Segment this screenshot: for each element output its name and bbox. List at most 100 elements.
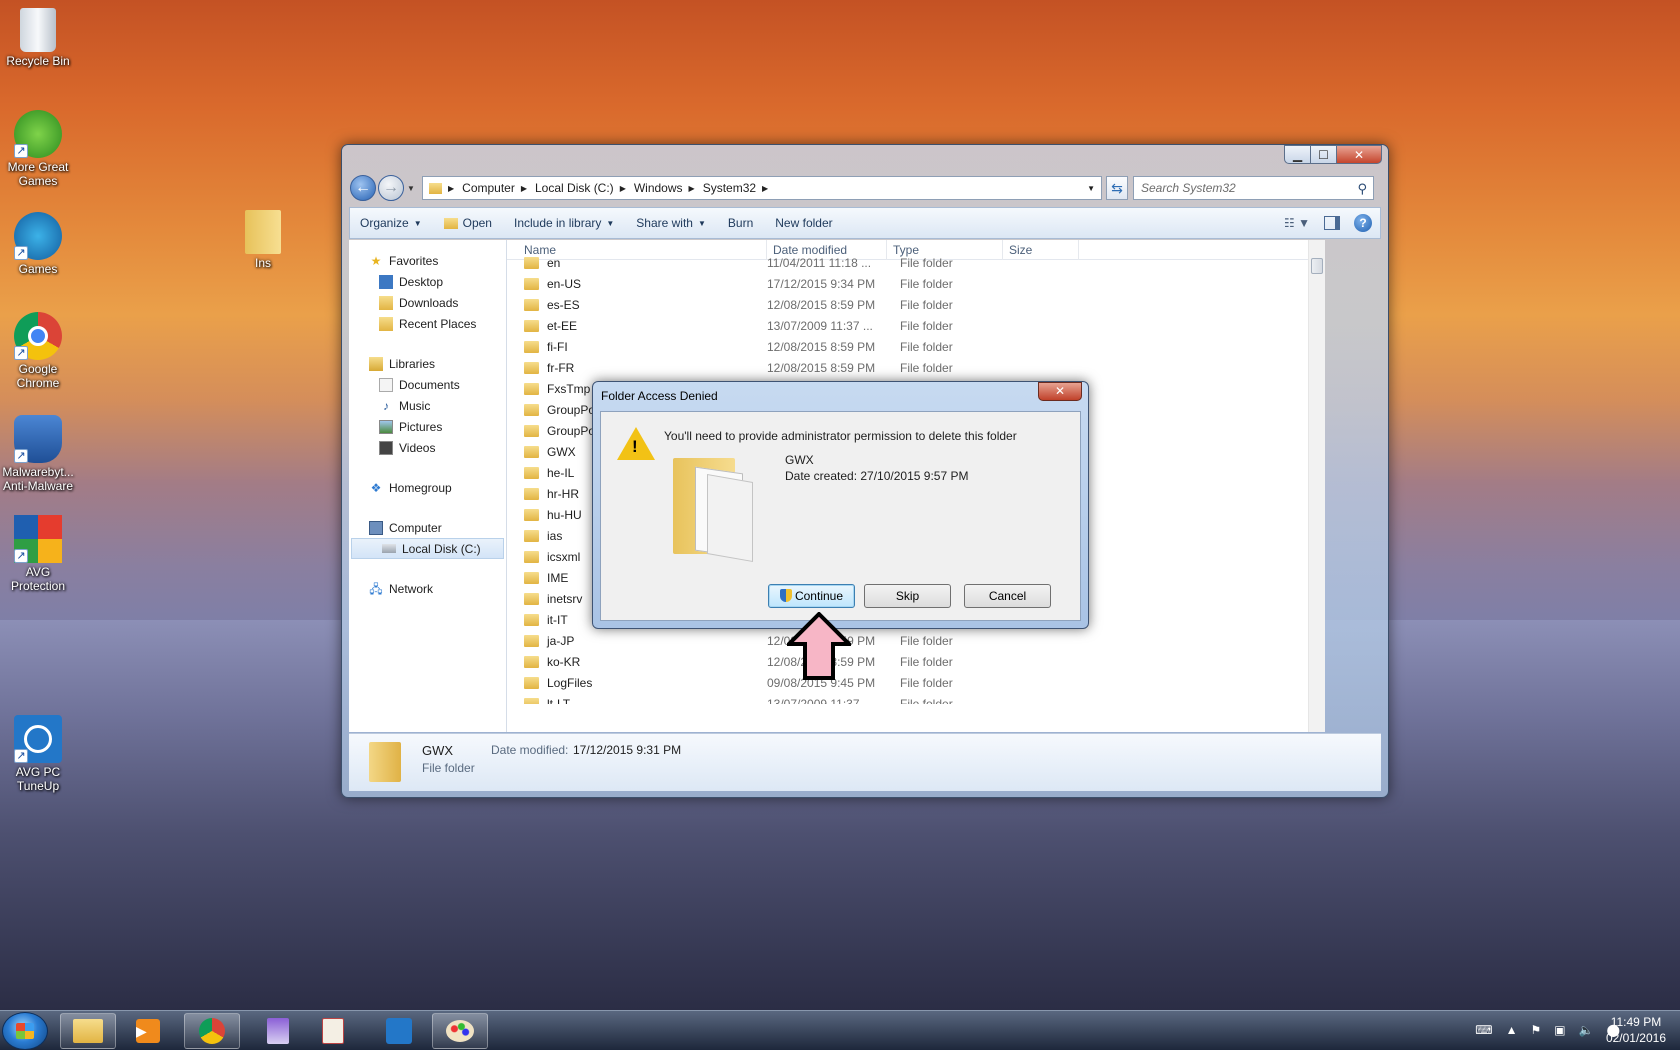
history-dropdown-icon[interactable]: ▼ — [407, 184, 415, 193]
chevron-down-icon: ▼ — [697, 218, 706, 228]
organize-button[interactable]: Organize ▼ — [360, 216, 422, 230]
taskbar-paint-button[interactable] — [432, 1013, 488, 1049]
breadcrumb-windows[interactable]: Windows — [634, 181, 683, 195]
search-icon[interactable]: ⚲ — [1357, 181, 1367, 197]
table-row[interactable]: lt-LT 13/07/2009 11:37 ... File folder — [507, 693, 1325, 704]
preview-pane-icon[interactable] — [1324, 216, 1340, 230]
skip-button[interactable]: Skip — [864, 584, 951, 608]
computer-icon — [369, 520, 383, 535]
nav-recent-places[interactable]: Recent Places — [349, 313, 506, 334]
more-great-games-desktop-icon[interactable]: ↗ More Great Games — [0, 110, 76, 188]
forward-button[interactable]: → — [378, 175, 404, 201]
google-chrome-desktop-icon[interactable]: ↗ Google Chrome — [0, 312, 76, 390]
folder-icon — [524, 256, 539, 269]
folder-icon — [524, 508, 539, 521]
refresh-button[interactable]: ⇆ — [1106, 176, 1128, 200]
open-button[interactable]: Open — [443, 216, 492, 230]
close-button[interactable]: ✕ — [1336, 145, 1382, 164]
dialog-close-button[interactable]: ✕ — [1038, 382, 1082, 401]
table-row[interactable]: et-EE 13/07/2009 11:37 ... File folder — [507, 315, 1325, 336]
taskbar-explorer-button[interactable] — [60, 1013, 116, 1049]
table-row[interactable]: ja-JP12/08/2015 8:59 PMFile folder — [507, 630, 1325, 651]
search-input[interactable]: Search System32 ⚲ — [1133, 176, 1374, 200]
file-name: en — [547, 255, 561, 270]
nav-computer[interactable]: Computer — [349, 517, 506, 538]
table-row[interactable]: LogFiles 09/08/2015 9:45 PM File folder — [507, 672, 1325, 693]
nav-music[interactable]: ♪ Music — [349, 395, 506, 416]
new-folder-button[interactable]: New folder — [775, 216, 832, 230]
recycle-bin-icon — [20, 8, 56, 52]
table-row[interactable]: ko-KR 12/08/2015 8:59 PM File folder — [507, 651, 1325, 672]
table-row[interactable]: fr-FR 12/08/2015 8:59 PM File folder — [507, 357, 1325, 378]
show-hidden-icons-icon[interactable]: ▲ — [1506, 1023, 1518, 1037]
folder-icon — [73, 1019, 103, 1043]
nav-network[interactable]: 🖧 Network — [349, 578, 506, 599]
file-date-cell: 17/12/2015 9:34 PM — [767, 276, 876, 291]
taskbar-app-button[interactable] — [250, 1013, 306, 1049]
file-name-cell: en — [507, 256, 767, 270]
back-button[interactable]: ← — [350, 175, 376, 201]
file-name: GWX — [547, 444, 576, 459]
desktop-icon-label: AVG PC TuneUp — [15, 765, 61, 793]
recycle-bin-desktop-icon[interactable]: Recycle Bin — [0, 8, 76, 68]
network-icon[interactable]: ▣ — [1554, 1023, 1565, 1037]
nav-videos[interactable]: Videos — [349, 437, 506, 458]
taskbar-app-button[interactable] — [305, 1013, 361, 1049]
taskbar-avg-tuneup-button[interactable] — [371, 1013, 427, 1049]
nav-documents[interactable]: Documents — [349, 374, 506, 395]
breadcrumb-computer[interactable]: Computer — [462, 181, 515, 195]
vertical-scrollbar[interactable] — [1308, 240, 1325, 732]
scrollbar-thumb[interactable] — [1311, 258, 1323, 274]
include-in-library-button[interactable]: Include in library ▼ — [514, 216, 614, 230]
nav-libraries[interactable]: Libraries — [349, 353, 506, 374]
address-dropdown-icon[interactable]: ▼ — [1087, 184, 1095, 193]
breadcrumb-chevron-icon[interactable]: ▶ — [762, 184, 768, 193]
breadcrumb-chevron-icon[interactable]: ▶ — [620, 184, 626, 193]
breadcrumb-chevron-icon[interactable]: ▶ — [448, 184, 454, 193]
breadcrumb-system32[interactable]: System32 — [703, 181, 756, 195]
clock[interactable]: 11:49 PM 02/01/2016 — [1606, 1014, 1666, 1046]
table-row[interactable]: fi-FI 12/08/2015 8:59 PM File folder — [507, 336, 1325, 357]
file-name-cell: fi-FI — [507, 340, 767, 354]
taskbar-media-player-button[interactable]: ▶ — [120, 1013, 176, 1049]
view-options-icon[interactable]: ☷ ▼ — [1284, 216, 1310, 230]
keyboard-icon[interactable]: ⌨ — [1475, 1023, 1492, 1037]
nav-favorites[interactable]: ★ Favorites — [349, 250, 506, 271]
nav-local-disk[interactable]: Local Disk (C:) — [351, 538, 504, 559]
nav-label: Homegroup — [389, 480, 452, 495]
volume-icon[interactable]: 🔈 — [1579, 1023, 1594, 1037]
dialog-message: You'll need to provide administrator per… — [664, 429, 1017, 443]
breadcrumb-chevron-icon[interactable]: ▶ — [689, 184, 695, 193]
folder-icon — [524, 550, 539, 563]
action-center-flag-icon[interactable]: ⚑ — [1531, 1023, 1542, 1037]
ins-desktop-icon[interactable]: Ins — [227, 210, 299, 270]
avg-protection-desktop-icon[interactable]: ↗ AVG Protection — [0, 515, 76, 593]
burn-button[interactable]: Burn — [728, 216, 753, 230]
breadcrumb-local-disk[interactable]: Local Disk (C:) — [535, 181, 614, 195]
breadcrumb-chevron-icon[interactable]: ▶ — [521, 184, 527, 193]
dialog-title: Folder Access Denied — [601, 389, 718, 403]
address-bar[interactable]: ▶ Computer ▶ Local Disk (C:) ▶ Windows ▶… — [422, 176, 1102, 200]
details-modified-value: 17/12/2015 9:31 PM — [573, 743, 682, 757]
table-row[interactable]: en-US 17/12/2015 9:34 PM File folder — [507, 273, 1325, 294]
malwarebytes-desktop-icon[interactable]: ↗ Malwarebyt... Anti-Malware — [0, 415, 76, 493]
nav-pictures[interactable]: Pictures — [349, 416, 506, 437]
include-label: Include in library — [513, 216, 602, 230]
minimize-button[interactable]: ▁ — [1284, 145, 1310, 164]
games-desktop-icon[interactable]: ↗ Games — [0, 212, 76, 276]
nav-desktop[interactable]: Desktop — [349, 271, 506, 292]
continue-button[interactable]: Continue — [768, 584, 855, 608]
maximize-button[interactable]: ☐ — [1310, 145, 1336, 164]
taskbar-chrome-button[interactable] — [184, 1013, 240, 1049]
nav-downloads[interactable]: Downloads — [349, 292, 506, 313]
cancel-button[interactable]: Cancel — [964, 584, 1051, 608]
avg-pc-tuneup-desktop-icon[interactable]: ↗ AVG PC TuneUp — [0, 715, 76, 793]
help-icon[interactable]: ? — [1354, 214, 1372, 232]
file-name: hr-HR — [547, 486, 579, 501]
table-row[interactable]: en 11/04/2011 11:18 ... File folder — [507, 252, 1325, 273]
start-button[interactable] — [2, 1012, 48, 1050]
nav-homegroup[interactable]: ❖ Homegroup — [349, 477, 506, 498]
table-row[interactable]: es-ES 12/08/2015 8:59 PM File folder — [507, 294, 1325, 315]
share-with-button[interactable]: Share with ▼ — [636, 216, 706, 230]
folder-icon — [673, 452, 755, 563]
